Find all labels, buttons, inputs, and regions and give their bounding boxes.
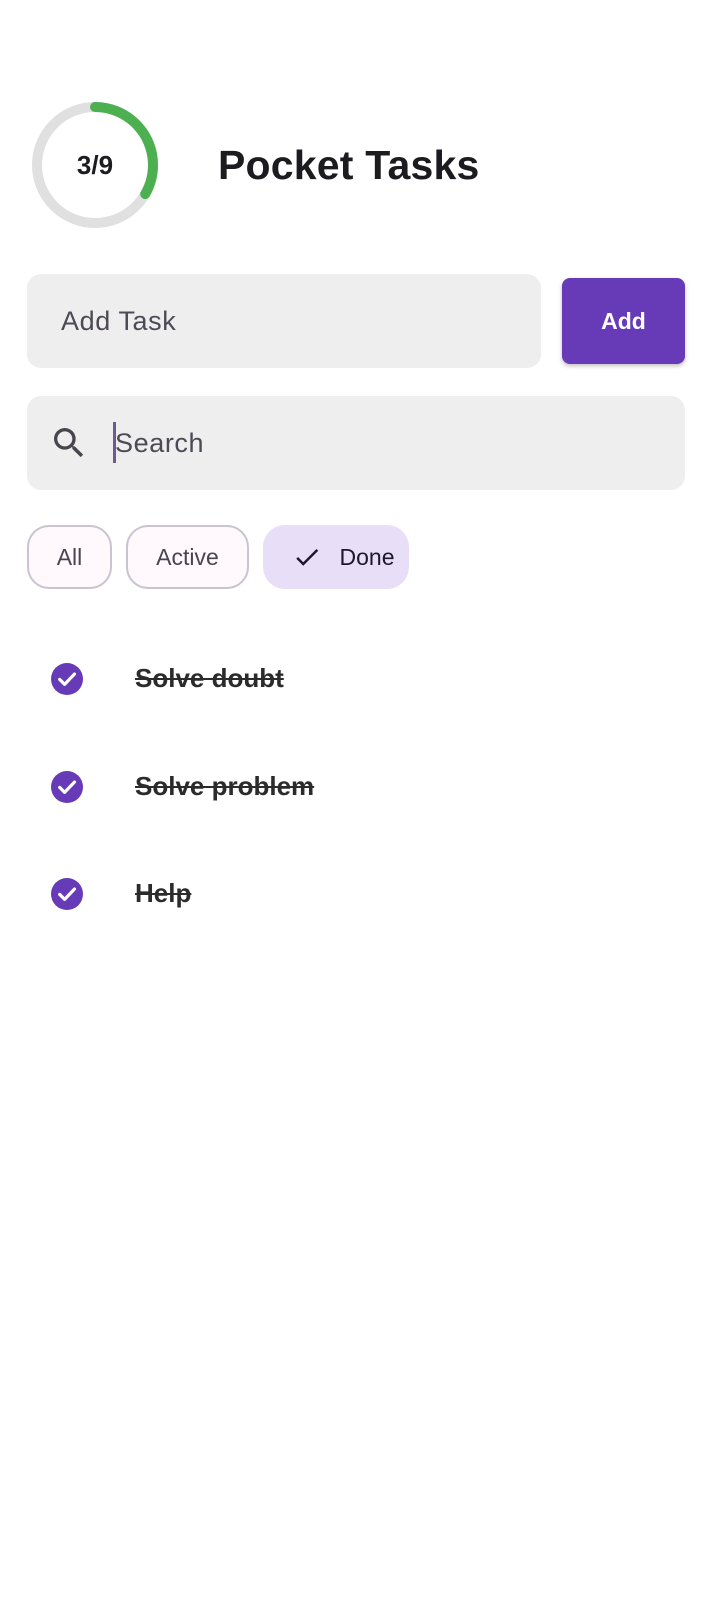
add-button[interactable]: Add: [562, 278, 685, 364]
filter-chip-active[interactable]: Active: [126, 525, 249, 589]
add-task-placeholder: Add Task: [61, 305, 177, 336]
task-label: Solve problem: [135, 770, 315, 801]
add-task-row: Add Task Add: [27, 274, 685, 368]
app-screen: 3/9 Pocket Tasks Add Task Add Search All…: [0, 0, 727, 1600]
header: 3/9 Pocket Tasks: [30, 100, 479, 230]
search-placeholder: Search: [115, 427, 205, 458]
page-title: Pocket Tasks: [218, 141, 480, 188]
filter-chip-done[interactable]: Done: [263, 525, 409, 589]
task-item[interactable]: Solve problem: [0, 733, 727, 841]
check-icon: [295, 548, 318, 566]
check-circle-icon[interactable]: [51, 770, 83, 803]
search-input[interactable]: Search: [27, 396, 685, 490]
task-label: Solve doubt: [135, 663, 284, 693]
search-icon: [54, 428, 84, 458]
task-item[interactable]: Help: [0, 840, 727, 948]
task-item[interactable]: Solve doubt: [0, 625, 727, 733]
filter-chip-label: Active: [156, 543, 219, 570]
task-list: Solve doubt Solve problem Help: [0, 625, 727, 948]
filter-chip-all[interactable]: All: [27, 525, 112, 589]
task-label: Help: [135, 878, 192, 908]
progress-count: 3/9: [76, 149, 114, 180]
progress-ring: 3/9: [30, 100, 160, 230]
filter-chip-label: Done: [339, 543, 395, 570]
add-task-input[interactable]: Add Task: [27, 274, 541, 368]
check-circle-icon[interactable]: [51, 663, 83, 695]
check-circle-icon[interactable]: [51, 878, 83, 910]
filter-chip-label: All: [56, 543, 83, 570]
